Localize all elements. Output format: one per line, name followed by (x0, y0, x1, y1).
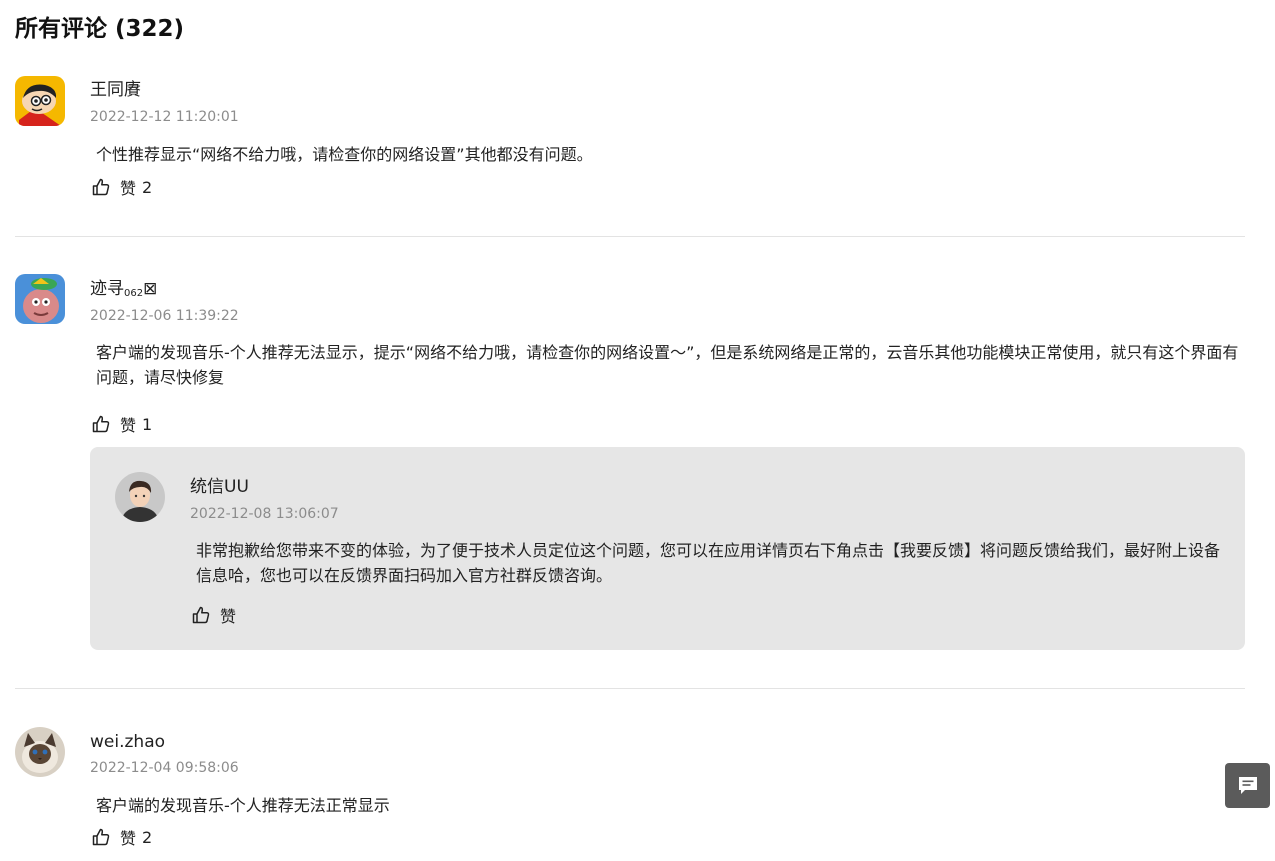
comment-text: 客户端的发现音乐-个人推荐无法显示，提示“网络不给力哦，请检查你的网络设置～”，… (96, 343, 1239, 387)
thumbs-up-icon (92, 178, 110, 196)
comment-text: 客户端的发现音乐-个人推荐无法正常显示 (96, 796, 390, 815)
thumbs-up-icon (92, 828, 110, 846)
like-count: 2 (142, 827, 153, 847)
reply-text: 非常抱歉给您带来不变的体验，为了便于技术人员定位这个问题，您可以在应用详情页右下… (196, 541, 1221, 585)
comment-author: 迹寻062⊠ (90, 276, 157, 307)
thumbs-up-icon (192, 606, 210, 624)
like-label: 赞 (120, 416, 137, 435)
like-count: 1 (142, 414, 153, 434)
comment-time: 2022-12-06 11:39:22 (90, 308, 239, 324)
author-glyph: ⊠ (143, 279, 158, 299)
comment-time: 2022-12-04 09:58:06 (90, 760, 239, 776)
comments-heading: 所有评论 (322) (15, 16, 185, 42)
author-name: 迹寻 (90, 279, 124, 299)
comment-author: wei.zhao (90, 732, 166, 752)
comment-time: 2022-12-12 11:20:01 (90, 109, 239, 125)
like-label: 赞 (120, 179, 137, 198)
reply-author: 统信UU (190, 477, 249, 497)
thumbs-up-icon (92, 415, 110, 433)
avatar-wang[interactable] (15, 76, 65, 126)
reply-like-button[interactable]: 赞 (192, 603, 236, 627)
like-button[interactable]: 赞 2 (92, 825, 152, 849)
comment-text: 个性推荐显示“网络不给力哦，请检查你的网络设置”其他都没有问题。 (96, 145, 593, 164)
feedback-button[interactable] (1225, 763, 1270, 808)
comment-author: 王同賡 (90, 80, 141, 100)
comment-divider (15, 236, 1245, 237)
avatar-weizhao[interactable] (15, 727, 65, 777)
avatar-uu[interactable] (115, 472, 165, 522)
author-subscript: 062 (124, 288, 144, 299)
avatar-jixun[interactable] (15, 274, 65, 324)
like-label: 赞 (220, 607, 237, 626)
like-button[interactable]: 赞 2 (92, 175, 152, 199)
message-icon (1237, 775, 1259, 797)
like-label: 赞 (120, 829, 137, 848)
reply-time: 2022-12-08 13:06:07 (190, 506, 339, 522)
comments-page: 所有评论 (322) 王同賡 2022-12-12 11:20:01 个性推荐显… (0, 0, 1275, 861)
comment-divider (15, 688, 1245, 689)
like-count: 2 (142, 177, 153, 197)
like-button[interactable]: 赞 1 (92, 412, 152, 436)
